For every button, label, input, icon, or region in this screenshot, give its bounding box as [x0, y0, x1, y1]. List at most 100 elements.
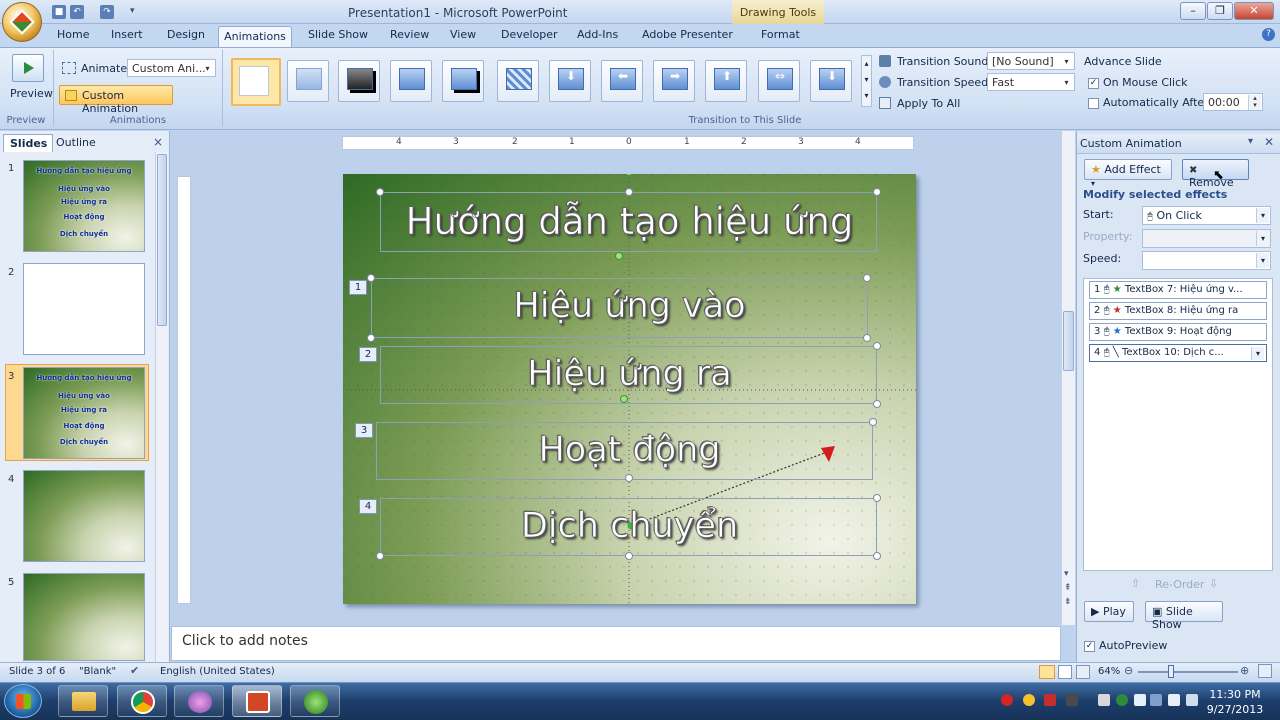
explorer-taskbar-icon[interactable] — [58, 685, 108, 717]
transition-fade-thumb[interactable] — [287, 60, 329, 102]
resize-handle[interactable] — [873, 552, 881, 560]
chevron-down-icon[interactable]: ▾ — [1251, 347, 1264, 360]
preview-button[interactable]: Preview — [10, 87, 53, 100]
slide-thumbnail-2[interactable] — [23, 263, 145, 355]
resize-handle[interactable] — [367, 334, 375, 342]
animation-list-item[interactable]: 1 🖰 ★ TextBox 7: Hiệu ứng v... — [1089, 281, 1267, 299]
transition-cut-black-thumb[interactable] — [442, 60, 484, 102]
messenger-taskbar-icon[interactable] — [174, 685, 224, 717]
tray-app-icon[interactable] — [1066, 694, 1078, 706]
rotate-handle[interactable] — [620, 395, 628, 403]
pane-menu-icon[interactable]: ▾ — [1248, 136, 1253, 147]
transition-wipe-right-thumb[interactable]: ➡ — [653, 60, 695, 102]
notes-placeholder[interactable]: Click to add notes — [182, 633, 308, 649]
tab-slides[interactable]: Slides — [3, 134, 53, 152]
transition-split-thumb[interactable]: ⇔ — [758, 60, 800, 102]
spellcheck-icon[interactable]: ✔ — [130, 664, 139, 677]
animate-dropdown[interactable]: Custom Ani... ▾ — [127, 59, 216, 77]
transition-wipe-left-thumb[interactable]: ⬅ — [601, 60, 643, 102]
start-dropdown[interactable]: 🖰 On Click ▾ — [1142, 206, 1271, 225]
tab-add-ins[interactable]: Add-Ins — [577, 28, 618, 41]
transition-wipe-up-thumb[interactable]: ⬆ — [705, 60, 747, 102]
preview-icon[interactable] — [12, 54, 44, 82]
speed-dropdown[interactable]: ▾ — [1142, 251, 1271, 270]
tray-sync-icon[interactable] — [1116, 694, 1128, 706]
app-taskbar-icon[interactable] — [290, 685, 340, 717]
tab-view[interactable]: View — [450, 28, 476, 41]
tab-format[interactable]: Format — [761, 28, 800, 41]
resize-handle[interactable] — [869, 418, 877, 426]
gallery-scroll[interactable]: ▴ ▾ ▾ — [861, 55, 872, 107]
transition-sound-dropdown[interactable]: [No Sound] ▾ — [987, 52, 1075, 70]
transition-wipe-down-thumb[interactable]: ⬇ — [549, 60, 591, 102]
resize-handle[interactable] — [376, 188, 384, 196]
resize-handle[interactable] — [873, 342, 881, 350]
transition-fade-black-thumb[interactable] — [338, 60, 380, 102]
chrome-taskbar-icon[interactable] — [117, 685, 167, 717]
resize-handle[interactable] — [625, 552, 633, 560]
tab-adobe-presenter[interactable]: Adobe Presenter — [642, 28, 733, 41]
slides-scrollbar[interactable] — [155, 152, 168, 662]
auto-after-checkbox[interactable]: Automatically After: — [1088, 96, 1212, 109]
workspace-scrollbar[interactable]: ▾ ⇞ ⇟ — [1061, 131, 1075, 625]
tab-developer[interactable]: Developer — [501, 28, 558, 41]
add-effect-button[interactable]: ★ Add Effect ▾ — [1084, 159, 1172, 188]
taskbar-clock[interactable]: 11:30 PM 9/27/2013 — [1202, 687, 1268, 717]
redo-icon[interactable]: ↷ — [100, 5, 114, 19]
play-button[interactable]: ▶ Play — [1084, 601, 1134, 622]
tab-slide-show[interactable]: Slide Show — [308, 28, 368, 41]
slide-thumbnail-4[interactable] — [23, 470, 145, 562]
tray-record-icon[interactable] — [1001, 694, 1013, 706]
transition-none-thumb[interactable] — [231, 58, 281, 106]
resize-handle[interactable] — [367, 274, 375, 282]
transition-speed-dropdown[interactable]: Fast ▾ — [987, 73, 1075, 91]
minimize-button[interactable]: – — [1180, 2, 1206, 20]
tray-display-icon[interactable] — [1150, 694, 1162, 706]
transition-dissolve2-thumb[interactable] — [497, 60, 539, 102]
auto-after-spinner[interactable]: 00:00 ▴ ▾ — [1203, 93, 1263, 111]
resize-handle[interactable] — [873, 494, 881, 502]
close-icon[interactable]: ✕ — [1264, 135, 1274, 149]
reorder-up-icon[interactable]: ⇧ — [1131, 577, 1140, 590]
powerpoint-taskbar-icon[interactable] — [232, 685, 282, 717]
save-icon[interactable]: ■ — [52, 5, 66, 19]
rotate-handle[interactable] — [615, 252, 623, 260]
tray-v-icon[interactable] — [1044, 694, 1056, 706]
slide-show-view-icon[interactable] — [1076, 665, 1090, 679]
scroll-thumb[interactable] — [1063, 311, 1074, 371]
apply-to-all-button[interactable]: Apply To All — [897, 97, 960, 110]
resize-handle[interactable] — [625, 188, 633, 196]
office-button[interactable] — [2, 2, 42, 42]
transition-dissolve-thumb[interactable] — [390, 60, 432, 102]
zoom-slider[interactable] — [1138, 671, 1238, 673]
animation-list-item[interactable]: 2 🖰 ★ TextBox 8: Hiệu ứng ra — [1089, 302, 1267, 320]
resize-handle[interactable] — [863, 334, 871, 342]
page-nav-icons[interactable]: ▾ ⇞ ⇟ — [1064, 567, 1072, 609]
resize-handle[interactable] — [625, 474, 633, 482]
tray-network-icon[interactable] — [1098, 694, 1110, 706]
animation-list-item-selected[interactable]: 4 🖰 ╲ TextBox 10: Dịch c... ▾ — [1089, 344, 1267, 362]
start-button[interactable] — [4, 684, 42, 718]
zoom-slider-thumb[interactable] — [1168, 665, 1174, 678]
zoom-out-icon[interactable]: ⊖ — [1124, 664, 1133, 677]
tray-signal-icon[interactable] — [1168, 694, 1180, 706]
help-icon[interactable]: ? — [1262, 28, 1275, 41]
animation-list-item[interactable]: 3 🖰 ★ TextBox 9: Hoạt động — [1089, 323, 1267, 341]
transition-push-thumb[interactable]: ⬇ — [810, 60, 852, 102]
tray-emoticon-icon[interactable] — [1023, 694, 1035, 706]
tab-insert[interactable]: Insert — [111, 28, 143, 41]
custom-animation-button[interactable]: Custom Animation — [59, 85, 173, 115]
resize-handle[interactable] — [873, 188, 881, 196]
close-button[interactable]: ✕ — [1234, 2, 1274, 20]
reorder-down-icon[interactable]: ⇩ — [1209, 577, 1218, 590]
slide-thumbnail-3[interactable]: Hướng dẫn tạo hiệu ứng Hiệu ứng vào Hiệu… — [23, 367, 145, 459]
zoom-level[interactable]: 64% — [1098, 666, 1120, 677]
quick-access-dropdown-icon[interactable]: ▾ — [130, 6, 135, 16]
slide-show-button[interactable]: ▣ Slide Show — [1145, 601, 1223, 631]
close-icon[interactable]: × — [153, 135, 163, 149]
slide-thumbnail-1[interactable]: Hướng dẫn tạo hiệu ứng Hiệu ứng vào Hiệu… — [23, 160, 145, 252]
scroll-thumb[interactable] — [157, 154, 167, 326]
resize-handle[interactable] — [863, 274, 871, 282]
slide-canvas[interactable]: Hướng dẫn tạo hiệu ứng 1 Hiệu ứng vào 2 … — [343, 174, 916, 604]
tab-animations[interactable]: Animations — [218, 26, 292, 48]
